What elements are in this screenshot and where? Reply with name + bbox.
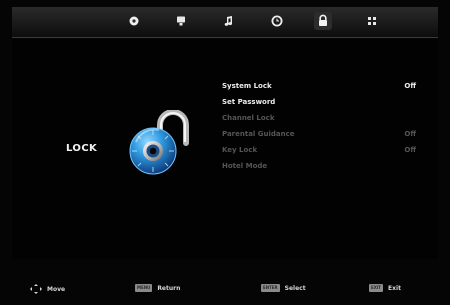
menu-item-value: Off bbox=[404, 130, 416, 138]
menu-item-label: Parental Guidance bbox=[222, 130, 295, 138]
menu-item-label: Hotel Mode bbox=[222, 162, 268, 170]
exit-hint: EXIT Exit bbox=[369, 284, 401, 292]
exit-label: Exit bbox=[388, 284, 401, 292]
menu-item-set-password[interactable]: Set Password bbox=[222, 94, 416, 110]
menu-key[interactable]: MENU bbox=[135, 284, 153, 292]
lock-icon[interactable] bbox=[314, 12, 332, 30]
padlock-icon bbox=[129, 110, 189, 175]
move-label: Move bbox=[47, 285, 66, 293]
move-icon bbox=[30, 284, 42, 294]
return-hint: MENU Return bbox=[135, 284, 180, 292]
enter-key[interactable]: ENTER bbox=[261, 284, 280, 292]
grid-icon[interactable] bbox=[363, 12, 381, 30]
select-hint: ENTER Select bbox=[261, 284, 306, 292]
menu-item-value: Off bbox=[404, 146, 416, 154]
menu-item-label: System Lock bbox=[222, 82, 272, 90]
menu-item-system-lock[interactable]: System Lock Off bbox=[222, 78, 416, 94]
menu-item-hotel-mode: Hotel Mode bbox=[222, 158, 416, 174]
screen-icon[interactable] bbox=[172, 12, 190, 30]
menu-item-key-lock: Key Lock Off bbox=[222, 142, 416, 158]
move-hint: Move bbox=[30, 284, 65, 294]
menu-item-label: Key Lock bbox=[222, 146, 258, 154]
tv-settings-screen: LOCK System Lock Off Set Password Channe… bbox=[0, 0, 450, 305]
exit-key[interactable]: EXIT bbox=[369, 284, 384, 292]
select-label: Select bbox=[284, 284, 306, 292]
menu-item-label: Channel Lock bbox=[222, 114, 275, 122]
menu-item-value: Off bbox=[404, 82, 416, 90]
menu-item-label: Set Password bbox=[222, 98, 276, 106]
menu-item-parental-guidance: Parental Guidance Off bbox=[222, 126, 416, 142]
music-icon[interactable] bbox=[220, 12, 238, 30]
footer-help-bar: Move MENU Return ENTER Select EXIT Exit bbox=[12, 280, 438, 298]
menu-item-channel-lock: Channel Lock bbox=[222, 110, 416, 126]
clock-icon[interactable] bbox=[268, 12, 286, 30]
picture-icon[interactable] bbox=[125, 12, 143, 30]
page-title: LOCK bbox=[66, 143, 98, 154]
return-label: Return bbox=[157, 284, 181, 292]
top-menu-bar bbox=[12, 7, 438, 38]
lock-settings-menu: System Lock Off Set Password Channel Loc… bbox=[222, 78, 416, 174]
